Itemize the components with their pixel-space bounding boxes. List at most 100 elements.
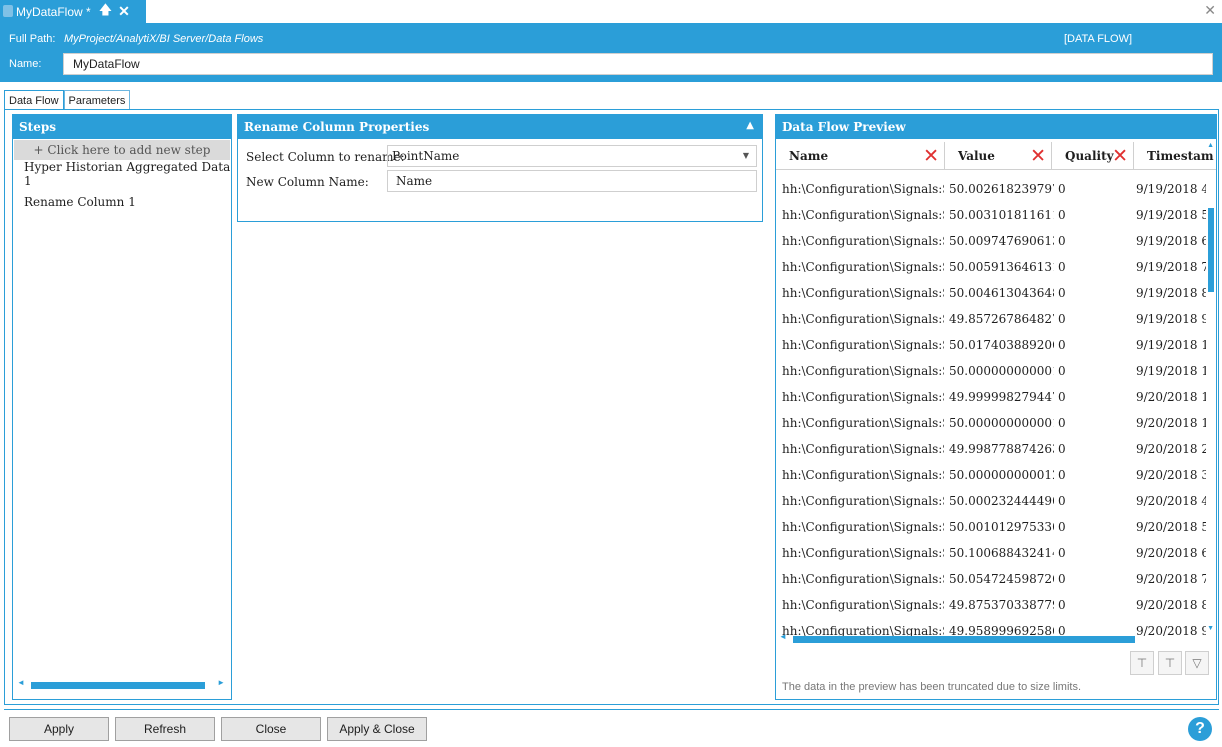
cell-value: 50.005913646131 xyxy=(949,260,1054,274)
cell-name: hh:\Configuration\Signals:Sine xyxy=(782,338,944,352)
cell-quality: 0 xyxy=(1058,546,1066,560)
cell-value: 50.0097476906131 xyxy=(949,234,1054,248)
table-row[interactable]: hh:\Configuration\Signals:Sine 50.0000000… xyxy=(776,462,1206,488)
filter-remove-icon[interactable]: ⊤ xyxy=(1158,651,1182,675)
cell-name: hh:\Configuration\Signals:Sine xyxy=(782,598,944,612)
column-header-name[interactable]: Name ✕ xyxy=(776,142,945,170)
cell-quality: 0 xyxy=(1058,338,1066,352)
filter-clear-icon[interactable]: ⊤ xyxy=(1130,651,1154,675)
name-input[interactable]: MyDataFlow xyxy=(63,53,1213,75)
scroll-thumb[interactable] xyxy=(31,682,205,689)
collapse-icon[interactable]: ▲ xyxy=(746,120,754,131)
column-header-quality[interactable]: Quality ✕ xyxy=(1052,142,1134,170)
object-type-label: [DATA FLOW] xyxy=(1064,33,1133,45)
table-row[interactable]: hh:\Configuration\Signals:Sine 50.0002324… xyxy=(776,488,1206,514)
table-row[interactable]: hh:\Configuration\Signals:Sine 50.0000000… xyxy=(776,410,1206,436)
new-column-name-input[interactable]: Name xyxy=(387,170,757,192)
cell-quality: 0 xyxy=(1058,364,1066,378)
cell-name: hh:\Configuration\Signals:Sine xyxy=(782,494,944,508)
grid-horizontal-scrollbar[interactable]: ◄ xyxy=(779,632,1204,644)
table-row[interactable]: hh:\Configuration\Signals:Sine 49.8572678… xyxy=(776,306,1206,332)
table-row[interactable]: hh:\Configuration\Signals:Sine 50.0097476… xyxy=(776,228,1206,254)
column-header-timestamp[interactable]: Timestam xyxy=(1134,142,1216,170)
document-tabstrip: MyDataFlow * 🡅 ✕ ✕ xyxy=(0,0,1222,23)
column-header-label: Quality xyxy=(1065,149,1114,163)
clear-filter-icon[interactable]: ✕ xyxy=(1112,145,1128,167)
subtab-strip: Data Flow Parameters xyxy=(4,90,131,110)
step-item-rename-column[interactable]: Rename Column 1 xyxy=(13,188,231,216)
scroll-down-icon[interactable]: ▼ xyxy=(1207,625,1214,632)
tab-close-icon[interactable]: ✕ xyxy=(118,3,130,20)
scroll-left-icon[interactable]: ◄ xyxy=(779,632,787,641)
cell-timestamp: 9/20/2018 2 xyxy=(1136,442,1206,456)
cell-value: 49.9999982794479 xyxy=(949,390,1054,404)
cell-quality: 0 xyxy=(1058,234,1066,248)
cell-timestamp: 9/19/2018 1 xyxy=(1136,338,1206,352)
close-button[interactable]: Close xyxy=(221,717,321,741)
table-row[interactable]: hh:\Configuration\Signals:Sine 50.0547245… xyxy=(776,566,1206,592)
full-path-label: Full Path: xyxy=(9,33,56,45)
table-row[interactable]: hh:\Configuration\Signals:Sine 50.0031018… xyxy=(776,202,1206,228)
cell-quality: 0 xyxy=(1058,390,1066,404)
table-row[interactable]: hh:\Configuration\Signals:Sine 50.0046130… xyxy=(776,280,1206,306)
clear-filter-icon[interactable]: ✕ xyxy=(1030,145,1046,167)
cell-name: hh:\Configuration\Signals:Sine xyxy=(782,312,944,326)
cell-name: hh:\Configuration\Signals:Sine xyxy=(782,546,944,560)
table-row[interactable]: hh:\Configuration\Signals:Sine 49.9999982… xyxy=(776,384,1206,410)
step-item-hyper-historian[interactable]: Hyper Historian Aggregated Data 1 xyxy=(13,160,231,188)
cell-name: hh:\Configuration\Signals:Sine xyxy=(782,416,944,430)
grid-header: Name ✕ Value ✕ Quality ✕ Timestam xyxy=(776,142,1216,170)
apply-and-close-button[interactable]: Apply & Close xyxy=(327,717,427,741)
tab-parameters[interactable]: Parameters xyxy=(63,90,131,110)
cell-value: 50.0000000000122 xyxy=(949,468,1054,482)
clear-filter-icon[interactable]: ✕ xyxy=(923,145,939,167)
add-step-button[interactable]: + Click here to add new step xyxy=(14,140,230,160)
scroll-thumb[interactable] xyxy=(793,636,1135,643)
apply-button[interactable]: Apply xyxy=(9,717,109,741)
cell-quality: 0 xyxy=(1058,494,1066,508)
table-row[interactable]: hh:\Configuration\Signals:Sine 50.0000000… xyxy=(776,358,1206,384)
refresh-button[interactable]: Refresh xyxy=(115,717,215,741)
table-row[interactable]: hh:\Configuration\Signals:Sine 50.1006884… xyxy=(776,540,1206,566)
column-header-value[interactable]: Value ✕ xyxy=(945,142,1052,170)
filter-icon[interactable]: ▽ xyxy=(1185,651,1209,675)
table-row[interactable]: hh:\Configuration\Signals:Sine 50.0010129… xyxy=(776,514,1206,540)
scroll-up-icon[interactable]: ▲ xyxy=(1207,142,1214,149)
table-row[interactable]: hh:\Configuration\Signals:Sine 49.9987788… xyxy=(776,436,1206,462)
data-flow-preview-panel: Data Flow Preview Name ✕ Value ✕ Quality… xyxy=(775,114,1217,700)
scroll-left-icon[interactable]: ◄ xyxy=(17,678,25,687)
help-icon[interactable]: ? xyxy=(1188,717,1212,741)
name-label: Name: xyxy=(9,58,42,70)
cell-name: hh:\Configuration\Signals:Sine xyxy=(782,208,944,222)
table-row[interactable]: hh:\Configuration\Signals:Sine 49.8753703… xyxy=(776,592,1206,618)
cell-timestamp: 9/19/2018 6 xyxy=(1136,234,1206,248)
cell-quality: 0 xyxy=(1058,468,1066,482)
table-row[interactable]: hh:\Configuration\Signals:Sine 50.0026182… xyxy=(776,176,1206,202)
document-tab[interactable]: MyDataFlow * 🡅 ✕ xyxy=(0,0,146,23)
cell-value: 50.0026182397975 xyxy=(949,182,1054,196)
cell-timestamp: 9/20/2018 5 xyxy=(1136,520,1206,534)
cell-quality: 0 xyxy=(1058,208,1066,222)
cell-value: 50.0002324444901 xyxy=(949,494,1054,508)
cell-timestamp: 9/20/2018 1 xyxy=(1136,416,1206,430)
pin-icon[interactable]: 🡅 xyxy=(99,1,112,23)
grid-vertical-scrollbar[interactable]: ▲ ▼ xyxy=(1206,142,1214,632)
select-column-dropdown[interactable]: PointName ▼ xyxy=(387,145,757,167)
column-header-label: Value xyxy=(958,149,995,163)
select-column-label: Select Column to rename: xyxy=(246,150,405,164)
cell-quality: 0 xyxy=(1058,416,1066,430)
cell-name: hh:\Configuration\Signals:Sine xyxy=(782,442,944,456)
scroll-thumb[interactable] xyxy=(1208,208,1214,292)
cell-timestamp: 9/20/2018 4 xyxy=(1136,494,1206,508)
steps-horizontal-scrollbar[interactable]: ◄ ► xyxy=(17,678,227,690)
cell-quality: 0 xyxy=(1058,442,1066,456)
cell-value: 50.1006884324148 xyxy=(949,546,1054,560)
window-close-icon[interactable]: ✕ xyxy=(1204,2,1216,19)
column-header-label: Timestam xyxy=(1147,149,1214,163)
cell-name: hh:\Configuration\Signals:Sine xyxy=(782,286,944,300)
table-row[interactable]: hh:\Configuration\Signals:Sine 50.0059136… xyxy=(776,254,1206,280)
column-header-label: Name xyxy=(789,149,829,163)
scroll-right-icon[interactable]: ► xyxy=(217,678,225,687)
table-row[interactable]: hh:\Configuration\Signals:Sine 50.0174038… xyxy=(776,332,1206,358)
tab-data-flow[interactable]: Data Flow xyxy=(4,90,64,110)
